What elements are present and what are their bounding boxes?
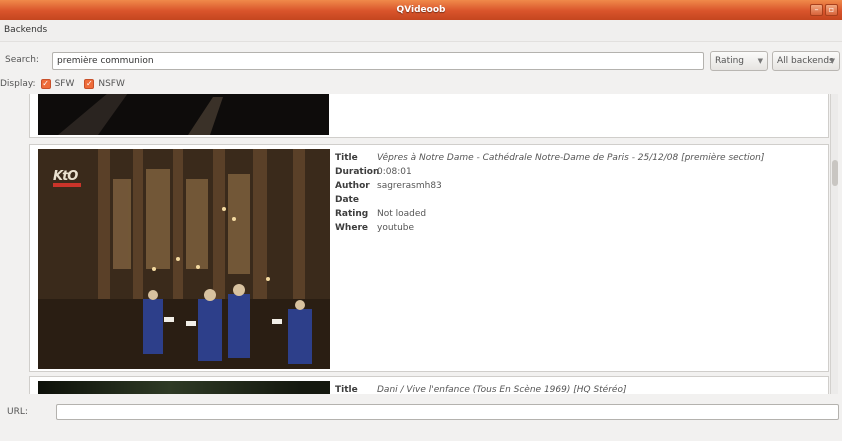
- backend-select[interactable]: All backends ▼: [772, 51, 840, 71]
- window-title: QVideoob: [396, 5, 446, 15]
- video-metadata: Title Vêpres à Notre Dame - Cathédrale N…: [335, 151, 764, 235]
- video-item[interactable]: [29, 94, 829, 138]
- sfw-label[interactable]: SFW: [55, 79, 75, 89]
- kto-logo: KtO: [53, 169, 78, 184]
- title-row: Title Vêpres à Notre Dame - Cathédrale N…: [335, 151, 764, 165]
- title-value: Vêpres à Notre Dame - Cathédrale Notre-D…: [377, 153, 765, 163]
- window-controls: – ▫: [810, 4, 838, 16]
- search-label: Search:: [5, 55, 39, 65]
- menu-backends[interactable]: Backends: [4, 25, 47, 35]
- sfw-checkbox[interactable]: ✓: [40, 79, 51, 89]
- nsfw-label[interactable]: NSFW: [98, 79, 125, 89]
- video-metadata: Title Dani / Vive l'enfance (Tous En Scè…: [335, 383, 626, 394]
- rating-value: Not loaded: [377, 209, 427, 219]
- date-key: Date: [335, 195, 359, 205]
- rating-row: Rating Not loaded: [335, 207, 764, 221]
- title-value: Dani / Vive l'enfance (Tous En Scène 196…: [377, 385, 627, 394]
- url-label: URL:: [7, 407, 28, 417]
- author-row: Author sagrerasmh83: [335, 179, 764, 193]
- minimize-button[interactable]: –: [810, 4, 823, 16]
- where-key: Where: [335, 223, 368, 233]
- sort-select[interactable]: Rating ▼: [710, 51, 768, 71]
- scrollbar-thumb[interactable]: [832, 160, 838, 186]
- author-key: Author: [335, 181, 370, 191]
- maximize-button[interactable]: ▫: [825, 4, 838, 16]
- video-item[interactable]: Title Dani / Vive l'enfance (Tous En Scè…: [29, 376, 829, 394]
- where-value: youtube: [377, 223, 415, 233]
- author-value: sagrerasmh83: [377, 181, 442, 191]
- chevron-down-icon: ▼: [757, 57, 763, 65]
- title-bar: QVideoob – ▫: [0, 0, 842, 20]
- url-input[interactable]: [56, 404, 839, 420]
- results-scrollbar[interactable]: [830, 94, 838, 394]
- results-list[interactable]: KtO Title Vêpres à Notre Dame - Cathédra…: [27, 94, 838, 394]
- duration-key: Duration: [335, 167, 380, 177]
- title-key: Title: [335, 153, 358, 163]
- backend-select-value: All backends: [777, 56, 834, 66]
- video-thumbnail[interactable]: KtO: [38, 149, 330, 369]
- nsfw-checkbox[interactable]: ✓: [84, 79, 95, 89]
- duration-value: 0:08:01: [377, 167, 412, 177]
- sort-select-value: Rating: [715, 56, 745, 66]
- duration-row: Duration 0:08:01: [335, 165, 764, 179]
- date-row: Date: [335, 193, 764, 207]
- title-row: Title Dani / Vive l'enfance (Tous En Scè…: [335, 383, 626, 394]
- chevron-down-icon: ▼: [829, 57, 835, 65]
- display-filter: Display: ✓ SFW ✓ NSFW: [0, 77, 135, 91]
- video-item[interactable]: KtO Title Vêpres à Notre Dame - Cathédra…: [29, 144, 829, 372]
- display-label: Display:: [0, 79, 36, 89]
- menu-bar: Backends: [0, 20, 842, 42]
- title-key: Title: [335, 385, 358, 394]
- where-row: Where youtube: [335, 221, 764, 235]
- search-input[interactable]: [52, 52, 704, 70]
- kto-logo-strip: [53, 183, 81, 187]
- video-thumbnail[interactable]: [38, 94, 329, 135]
- rating-key: Rating: [335, 209, 369, 219]
- video-thumbnail[interactable]: [38, 381, 330, 394]
